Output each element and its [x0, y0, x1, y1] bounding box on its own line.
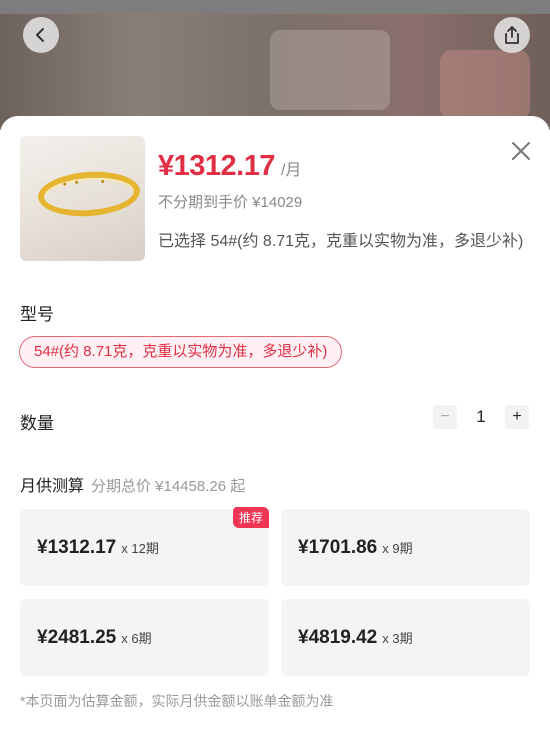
plan-amount: ¥4819.42	[298, 626, 378, 648]
close-icon	[512, 142, 530, 160]
installment-plan-9[interactable]: ¥1701.86 x 9期	[281, 509, 530, 586]
backdrop-shape	[270, 30, 390, 110]
close-button[interactable]	[508, 138, 534, 164]
recommend-badge: 推荐	[232, 507, 269, 528]
gold-ring-image	[36, 168, 142, 220]
monthly-price-row: ¥1312.17 /月	[158, 150, 301, 183]
installment-header: 月供测算 分期总价 ¥14458.26 起	[20, 472, 245, 496]
decrease-button[interactable]: −	[433, 405, 457, 429]
chevron-left-icon	[36, 28, 44, 42]
monthly-price: ¥1312.17	[158, 150, 275, 182]
model-option-chip[interactable]: 54#(约 8.71克，克重以实物为准，多退少补)	[19, 336, 343, 368]
model-label: 型号	[20, 305, 54, 324]
share-icon	[505, 26, 519, 44]
back-button[interactable]	[23, 17, 59, 53]
status-bar	[0, 0, 550, 14]
installment-plan-3[interactable]: ¥4819.42 x 3期	[281, 599, 530, 676]
product-thumbnail	[20, 136, 145, 261]
plan-term: x 12期	[121, 541, 159, 556]
product-image-backdrop	[0, 0, 550, 130]
installment-title: 月供测算	[20, 478, 85, 495]
share-button[interactable]	[494, 17, 530, 53]
plan-term: x 3期	[382, 631, 413, 646]
plan-amount: ¥2481.25	[37, 626, 117, 648]
purchase-sheet: ¥1312.17 /月 不分期到手价 ¥14029 已选择 54#(约 8.71…	[0, 116, 550, 749]
quantity-value[interactable]: 1	[457, 407, 505, 427]
plan-amount: ¥1312.17	[37, 536, 117, 558]
plan-amount: ¥1701.86	[298, 536, 378, 558]
installment-plan-6[interactable]: ¥2481.25 x 6期	[20, 599, 269, 676]
disclaimer: *本页面为估算金额，实际月供金额以账单金额为准	[20, 693, 334, 709]
full-price: 不分期到手价 ¥14029	[158, 194, 303, 211]
price-unit: /月	[280, 162, 302, 179]
plan-term: x 9期	[382, 541, 413, 556]
plan-term: x 6期	[121, 631, 152, 646]
selected-spec: 已选择 54#(约 8.71克，克重以实物为准，多退少补)	[158, 233, 524, 250]
increase-button[interactable]: +	[505, 405, 529, 429]
quantity-label: 数量	[20, 414, 54, 433]
backdrop-shape	[440, 50, 530, 120]
installment-plan-12[interactable]: ¥1312.17 x 12期 推荐	[20, 507, 269, 586]
installment-total: 分期总价 ¥14458.26 起	[91, 478, 246, 495]
quantity-stepper: − 1 +	[433, 405, 529, 429]
